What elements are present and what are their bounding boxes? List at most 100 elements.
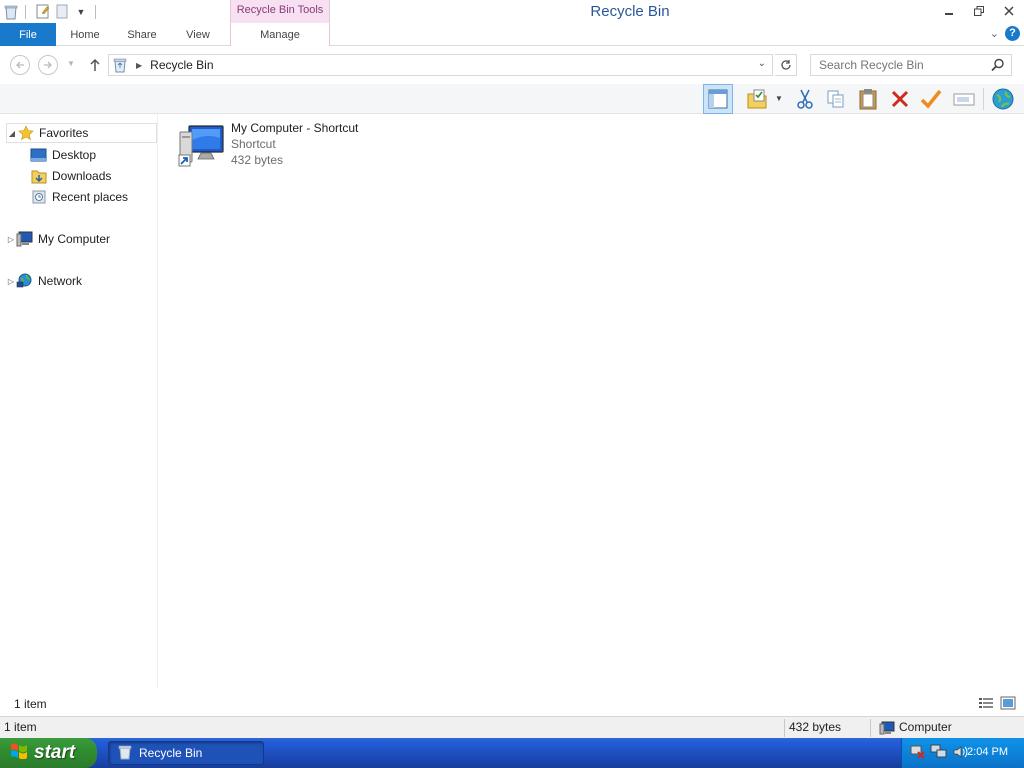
window-controls bbox=[934, 0, 1024, 22]
network-icon bbox=[16, 273, 33, 289]
properties-button[interactable] bbox=[916, 84, 946, 114]
search-icon[interactable] bbox=[991, 58, 1005, 75]
taskbar-window-label: Recycle Bin bbox=[139, 746, 203, 760]
address-bar[interactable]: ▶ Recycle Bin ⌄ bbox=[108, 54, 773, 76]
title-bar: ▼ Recycle Bin Tools Recycle Bin bbox=[0, 0, 1024, 23]
rename-icon bbox=[953, 93, 975, 106]
cut-button[interactable] bbox=[790, 84, 820, 114]
help-icon[interactable]: ? bbox=[1005, 26, 1020, 41]
network-error-icon[interactable] bbox=[910, 744, 926, 763]
recycle-bin-icon bbox=[112, 57, 128, 73]
tab-home[interactable]: Home bbox=[60, 23, 110, 46]
start-button[interactable]: start bbox=[0, 738, 97, 768]
collapse-arrow-icon[interactable]: ◢ bbox=[7, 129, 17, 138]
system-tray: 2:04 PM bbox=[901, 738, 1024, 768]
search-box[interactable] bbox=[810, 54, 1012, 76]
search-input[interactable] bbox=[811, 55, 981, 75]
tree-item-label: Desktop bbox=[52, 148, 97, 162]
taskbar-window-button[interactable]: Recycle Bin bbox=[108, 741, 264, 765]
computer-icon bbox=[879, 721, 895, 734]
taskbar: start Recycle Bin 2:04 PM bbox=[0, 738, 1024, 768]
tab-share[interactable]: Share bbox=[116, 23, 168, 46]
command-toolbar: ▼ bbox=[0, 84, 1024, 114]
file-type: Shortcut bbox=[231, 137, 276, 151]
details-location-label: Computer bbox=[899, 720, 952, 734]
restore-button[interactable] bbox=[964, 0, 994, 22]
computer-icon bbox=[16, 231, 33, 247]
tree-favorites[interactable]: ◢ Favorites bbox=[6, 123, 157, 143]
tab-manage[interactable]: Manage bbox=[230, 23, 330, 46]
tree-item-label: Recent places bbox=[52, 190, 129, 204]
tree-item-recent-places[interactable]: Recent places bbox=[30, 187, 128, 207]
network-connection-icon[interactable] bbox=[930, 744, 948, 763]
up-button[interactable] bbox=[86, 56, 104, 74]
clock[interactable]: 2:04 PM bbox=[967, 746, 1008, 758]
volume-icon[interactable] bbox=[952, 744, 968, 763]
breadcrumb-chevron-icon[interactable]: ▶ bbox=[136, 61, 142, 70]
details-size: 432 bytes bbox=[789, 720, 842, 734]
tree-item-label: Network bbox=[38, 274, 83, 288]
select-folder-button[interactable] bbox=[742, 84, 772, 114]
navigation-pane: ◢ Favorites Desktop Downloads Recent pla… bbox=[0, 114, 158, 689]
preview-pane-button[interactable] bbox=[703, 84, 733, 114]
recycle-bin-icon bbox=[117, 744, 133, 763]
details-count: 1 item bbox=[4, 720, 37, 734]
globe-button[interactable] bbox=[988, 84, 1018, 114]
rename-button[interactable] bbox=[949, 84, 979, 114]
status-bar: 1 item bbox=[0, 692, 1024, 716]
tab-file[interactable]: File bbox=[0, 23, 56, 46]
globe-icon bbox=[992, 88, 1014, 110]
recent-places-icon bbox=[30, 189, 47, 205]
select-dropdown-icon[interactable]: ▼ bbox=[775, 94, 783, 103]
expand-arrow-icon[interactable]: ▷ bbox=[6, 277, 16, 286]
ribbon-controls: ⌄ ? bbox=[990, 26, 1020, 41]
file-list: My Computer - Shortcut Shortcut 432 byte… bbox=[159, 114, 1024, 689]
details-location: Computer bbox=[875, 717, 952, 738]
checkmark-icon bbox=[920, 89, 942, 109]
tree-item-my-computer[interactable]: ▷ My Computer bbox=[6, 229, 110, 249]
up-arrow-icon bbox=[90, 58, 100, 71]
tree-item-network[interactable]: ▷ Network bbox=[6, 271, 82, 291]
file-size: 432 bytes bbox=[231, 153, 284, 167]
refresh-button[interactable] bbox=[775, 54, 797, 76]
scissors-icon bbox=[797, 89, 813, 109]
address-dropdown-icon[interactable]: ⌄ bbox=[758, 58, 766, 69]
tree-item-downloads[interactable]: Downloads bbox=[30, 166, 111, 186]
details-view-icon[interactable] bbox=[978, 696, 994, 713]
desktop-icon bbox=[30, 147, 47, 163]
expand-arrow-icon[interactable]: ▷ bbox=[6, 235, 16, 244]
folder-check-icon bbox=[747, 89, 767, 109]
file-name: My Computer - Shortcut bbox=[231, 121, 359, 135]
tree-item-label: My Computer bbox=[38, 232, 111, 246]
tree-item-label: Favorites bbox=[39, 126, 89, 140]
back-arrow-icon bbox=[16, 61, 24, 69]
paste-button[interactable] bbox=[853, 84, 883, 114]
forward-button[interactable] bbox=[38, 55, 58, 75]
refresh-icon bbox=[780, 60, 791, 70]
copy-button[interactable] bbox=[821, 84, 851, 114]
details-divider bbox=[870, 719, 871, 737]
close-button[interactable] bbox=[994, 0, 1024, 22]
tree-item-desktop[interactable]: Desktop bbox=[30, 145, 96, 165]
ribbon-tab-bar: File Home Share View Manage bbox=[0, 23, 1024, 46]
recent-locations-dropdown-icon[interactable]: ▼ bbox=[67, 59, 75, 68]
windows-logo-icon bbox=[10, 741, 28, 765]
delete-button[interactable] bbox=[885, 84, 915, 114]
tab-view[interactable]: View bbox=[174, 23, 222, 46]
details-bar: 1 item 432 bytes Computer bbox=[0, 716, 1024, 738]
navigation-bar: ▼ ▶ Recycle Bin ⌄ bbox=[0, 46, 1024, 84]
layout-pane-icon bbox=[708, 89, 728, 109]
clipboard-icon bbox=[859, 89, 877, 110]
star-icon bbox=[17, 125, 34, 141]
expand-ribbon-icon[interactable]: ⌄ bbox=[990, 27, 999, 40]
list-item[interactable]: My Computer - Shortcut Shortcut 432 byte… bbox=[177, 120, 377, 174]
item-count: 1 item bbox=[14, 697, 47, 711]
breadcrumb[interactable]: Recycle Bin bbox=[150, 58, 213, 72]
large-icons-view-icon[interactable] bbox=[1000, 696, 1016, 713]
toolbar-separator bbox=[983, 88, 984, 110]
back-button[interactable] bbox=[10, 55, 30, 75]
minimize-button[interactable] bbox=[934, 0, 964, 22]
window-title: Recycle Bin bbox=[590, 3, 670, 20]
computer-shortcut-icon bbox=[177, 120, 227, 170]
downloads-folder-icon bbox=[30, 168, 47, 184]
